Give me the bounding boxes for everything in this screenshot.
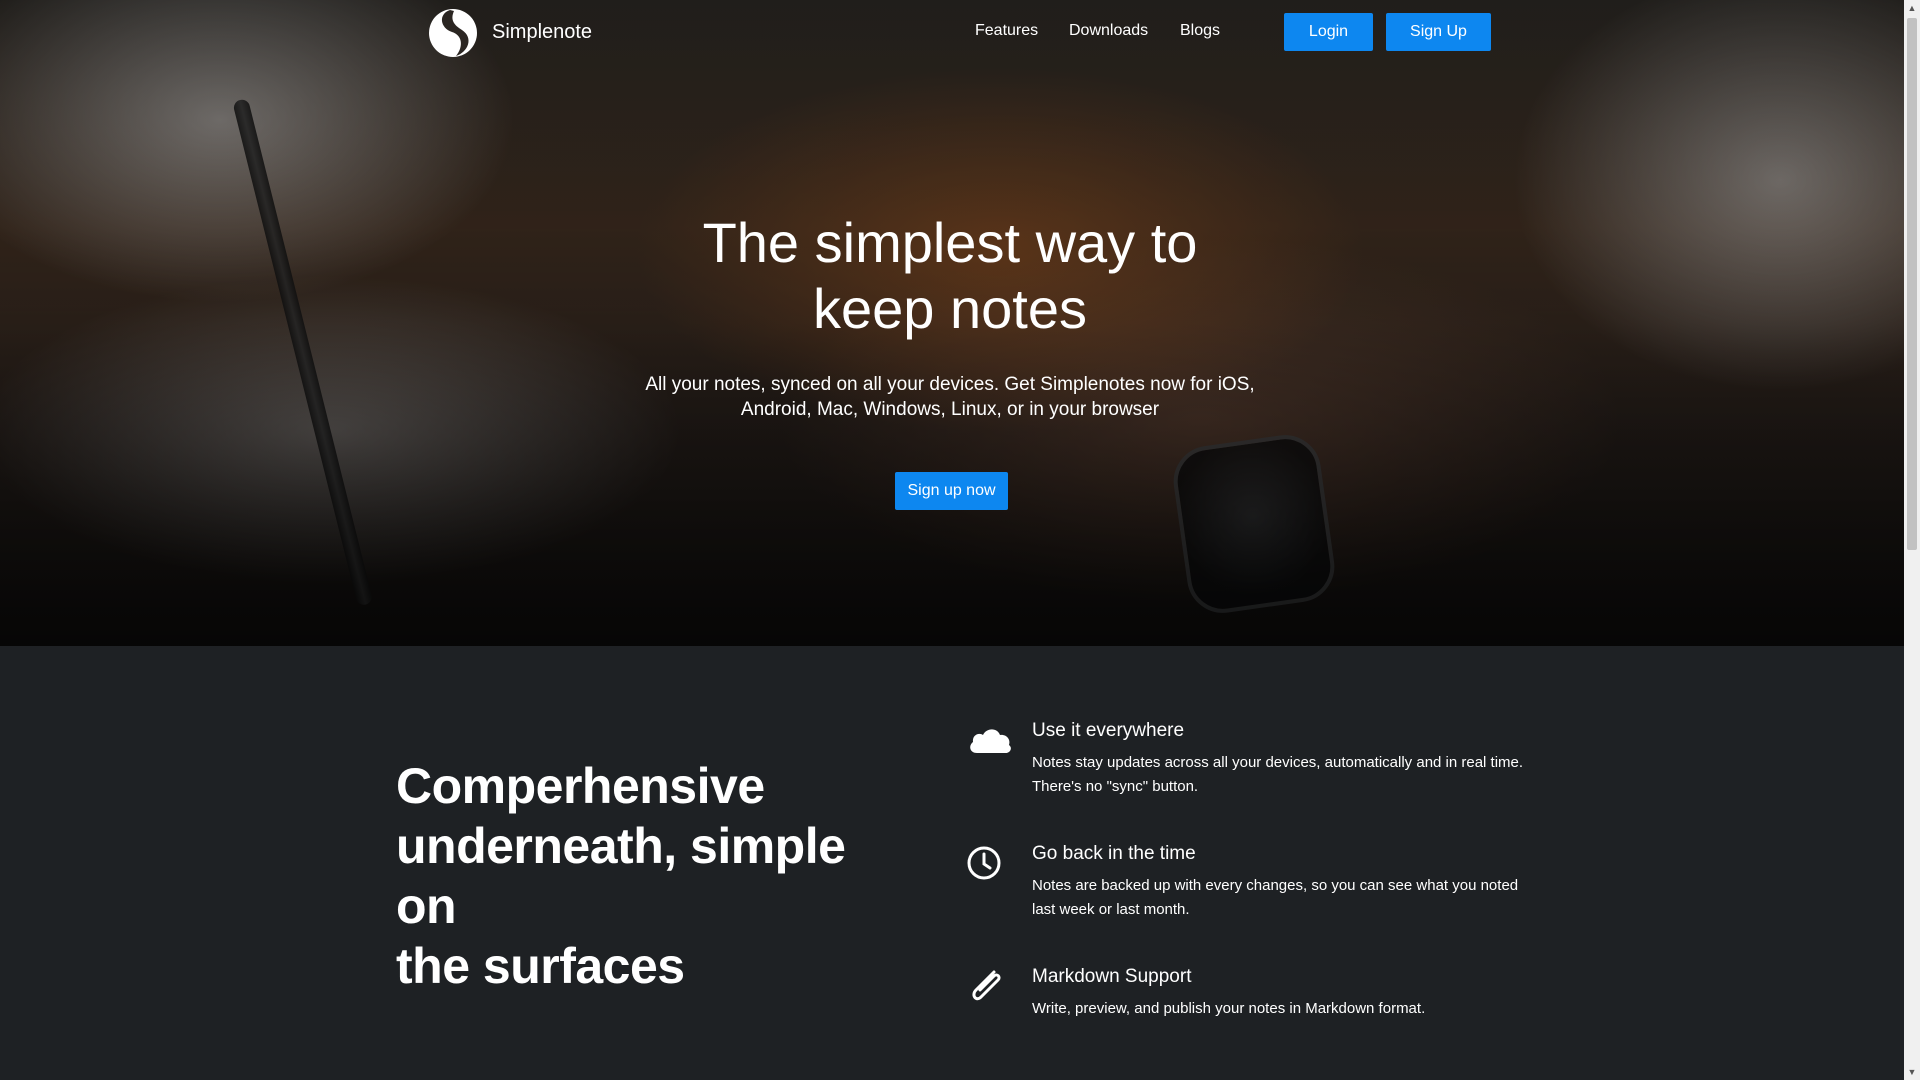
simplenote-logo-icon[interactable] xyxy=(428,8,478,58)
vertical-scrollbar[interactable]: ▲ ▼ xyxy=(1904,0,1920,1080)
hero-title: The simplest way to keep notes xyxy=(650,210,1250,342)
hero-subtitle-line-2: Android, Mac, Windows, Linux, or in your… xyxy=(740,399,1160,420)
feature-title: Markdown Support xyxy=(1032,966,1192,987)
top-navbar: Simplenote Features Downloads Blogs Logi… xyxy=(0,0,1904,64)
page: Simplenote Features Downloads Blogs Logi… xyxy=(0,0,1904,1080)
hero-title-line-2: keep notes xyxy=(813,277,1087,340)
hero-section: Simplenote Features Downloads Blogs Logi… xyxy=(0,0,1904,646)
cloud-icon xyxy=(970,729,1011,753)
features-heading-line-1: Comperhensive xyxy=(396,758,765,814)
sign-up-now-button[interactable]: Sign up now xyxy=(895,472,1008,510)
feature-description: Notes are backed up with every changes, … xyxy=(1032,877,1519,918)
features-heading-line-3: the surfaces xyxy=(396,938,685,994)
hero-title-line-1: The simplest way to xyxy=(702,211,1198,274)
features-heading: Comperhensive underneath, simple on the … xyxy=(396,756,916,996)
nav-link-blogs[interactable]: Blogs xyxy=(1180,22,1220,40)
login-button[interactable]: Login xyxy=(1284,13,1373,51)
scroll-down-arrow-icon[interactable]: ▼ xyxy=(1904,1064,1920,1080)
scrollbar-thumb[interactable] xyxy=(1907,18,1917,550)
hero-subtitle: All your notes, synced on all your devic… xyxy=(610,372,1290,422)
features-section: Comperhensive underneath, simple on the … xyxy=(0,646,1904,1080)
feature-title: Use it everywhere xyxy=(1032,720,1185,741)
feature-description: Write, preview, and publish your notes i… xyxy=(1032,1000,1426,1017)
nav-link-features[interactable]: Features xyxy=(975,22,1038,40)
paperclip-icon xyxy=(972,970,1001,1001)
feature-description: Notes stay updates across all your devic… xyxy=(1032,754,1524,795)
features-heading-line-2: underneath, simple on xyxy=(396,818,846,934)
brand-name[interactable]: Simplenote xyxy=(492,21,592,44)
sign-up-button[interactable]: Sign Up xyxy=(1386,13,1491,51)
nav-link-downloads[interactable]: Downloads xyxy=(1069,22,1148,40)
scroll-up-arrow-icon[interactable]: ▲ xyxy=(1904,0,1920,16)
feature-title: Go back in the time xyxy=(1032,843,1196,864)
clock-icon xyxy=(967,846,1001,880)
hero-subtitle-line-1: All your notes, synced on all your devic… xyxy=(645,374,1255,395)
